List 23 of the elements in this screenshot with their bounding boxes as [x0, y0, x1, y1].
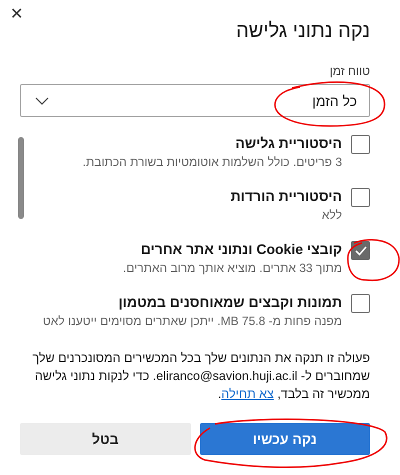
checkbox[interactable]: [351, 241, 370, 260]
option-description: מפנה פחות מ- 75.8 MB. ייתכן שאתרים מסוימים ייטענו לאט: [42, 313, 342, 330]
dialog-title: נקה נתוני גלישה: [236, 20, 370, 43]
sign-out-link[interactable]: צא תחילה: [221, 387, 274, 401]
option-label: קובצי Cookie ונתוני אתר אחרים: [140, 240, 342, 259]
option-label: תמונות וקבצים שמאוחסנים במטמון: [117, 293, 342, 312]
time-range-dropdown[interactable]: כל הזמן: [20, 84, 370, 117]
option-description: מתוך 33 אתרים. מוציא אותך מרוב האתרים.: [122, 260, 342, 277]
close-button[interactable]: ✕: [6, 2, 27, 26]
checkmark-icon: [354, 246, 366, 256]
sync-notice: פעולה זו תנקה את הנתונים שלך בכל המכשירים המסונכרנים שלך שמחוברים ל- eliranco@savion.huji.ac.il. כדי לנקות נתוני גלישה ממכשיר זה בלבד, צא תחילה.: [31, 350, 370, 403]
checkbox[interactable]: [351, 188, 370, 207]
checkbox[interactable]: [351, 135, 370, 154]
checkbox[interactable]: [351, 294, 370, 313]
chevron-down-icon: [35, 96, 49, 104]
scrollbar[interactable]: [18, 137, 24, 219]
option-label: היסטוריית גלישה: [234, 134, 342, 153]
option-label: היסטוריית הורדות: [230, 187, 342, 206]
cancel-button[interactable]: בטל: [20, 423, 190, 455]
option-description: ללא: [320, 207, 342, 224]
option-description: 3 פריטים. כולל השלמות אוטומטיות בשורת הכתובת.: [82, 154, 342, 171]
clear-now-button[interactable]: נקה עכשיו: [200, 423, 370, 455]
field-label: טווח זמן: [328, 64, 370, 78]
